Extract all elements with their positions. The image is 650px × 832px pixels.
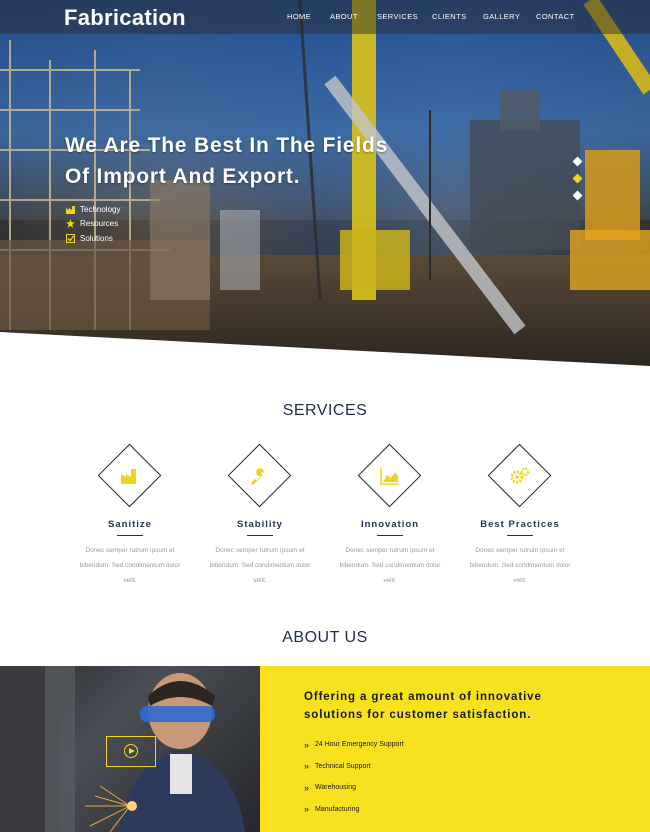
wrench-icon xyxy=(250,467,270,486)
service-title: Innovation xyxy=(360,519,420,530)
nav-item-clients[interactable]: CLIENTS xyxy=(432,12,466,21)
hero-headline: We Are The Best In The Fields Of Import … xyxy=(65,130,388,192)
hero-headline-line-1: We Are The Best In The Fields xyxy=(65,134,389,157)
hero-feature-label: Solutions xyxy=(80,233,113,243)
service-title: Sanitize xyxy=(108,519,152,530)
nav-item-about[interactable]: ABOUT xyxy=(330,12,358,21)
about-info-panel: Offering a great amount of innovative so… xyxy=(260,666,650,832)
about-list-item: » Manufacturing xyxy=(304,804,360,815)
factory-icon xyxy=(120,467,140,485)
hero-banner: Fabrication HOME ABOUT SERVICES CLIENTS … xyxy=(0,0,650,366)
hero-feature-list: Technology Resources Solutions xyxy=(66,202,120,246)
nav-item-contact[interactable]: CONTACT xyxy=(536,12,575,21)
hero-feature-label: Resources xyxy=(80,219,119,229)
slider-dots xyxy=(572,156,583,209)
nav-item-home[interactable]: HOME xyxy=(287,12,311,21)
service-underline xyxy=(377,535,403,536)
about-section-title: ABOUT US xyxy=(282,629,368,646)
hero-feature-label: Technology xyxy=(80,204,121,214)
service-title: Best Practices xyxy=(480,519,560,530)
double-chevron-right-icon: » xyxy=(304,804,310,815)
star-icon xyxy=(66,219,75,229)
about-list-item: » Warehousing xyxy=(304,782,356,793)
hero-feature-item: Technology xyxy=(66,202,120,217)
double-chevron-right-icon: » xyxy=(304,739,310,750)
factory-icon xyxy=(66,205,75,214)
service-description: Donec semper rutrum ipsum et bibendum. S… xyxy=(339,547,441,584)
site-logo[interactable]: Fabrication xyxy=(64,5,186,31)
slider-dot[interactable] xyxy=(572,190,583,201)
hero-headline-line-2: Of Import And Export. xyxy=(65,165,301,188)
service-description: Donec semper rutrum ipsum et bibendum. S… xyxy=(469,547,571,584)
services-section-title: SERVICES xyxy=(282,402,368,419)
service-underline xyxy=(247,535,273,536)
about-heading: Offering a great amount of innovative so… xyxy=(304,691,542,721)
nav-item-gallery[interactable]: GALLERY xyxy=(483,12,520,21)
check-square-icon xyxy=(66,233,75,243)
slider-dot-active[interactable] xyxy=(572,173,583,184)
service-underline xyxy=(507,535,533,536)
service-title: Stability xyxy=(237,519,283,530)
double-chevron-right-icon: » xyxy=(304,761,310,772)
hero-feature-item: Solutions xyxy=(66,231,120,246)
area-chart-icon xyxy=(380,467,400,485)
service-description: Donec semper rutrum ipsum et bibendum. S… xyxy=(209,547,311,584)
service-description: Donec semper rutrum ipsum et bibendum. S… xyxy=(79,547,181,584)
gears-icon xyxy=(510,467,530,485)
about-list-item: » 24 Hour Emergency Support xyxy=(304,739,404,750)
about-feature-list: » 24 Hour Emergency Support » Technical … xyxy=(304,734,404,820)
slider-dot[interactable] xyxy=(572,156,583,167)
nav-item-services[interactable]: SERVICES xyxy=(377,12,418,21)
service-underline xyxy=(117,535,143,536)
about-list-item: » Technical Support xyxy=(304,761,371,772)
double-chevron-right-icon: » xyxy=(304,782,310,793)
hero-feature-item: Resources xyxy=(66,217,120,232)
about-video-thumbnail[interactable] xyxy=(0,666,260,832)
play-video-button[interactable] xyxy=(106,736,156,767)
play-icon xyxy=(129,748,135,754)
